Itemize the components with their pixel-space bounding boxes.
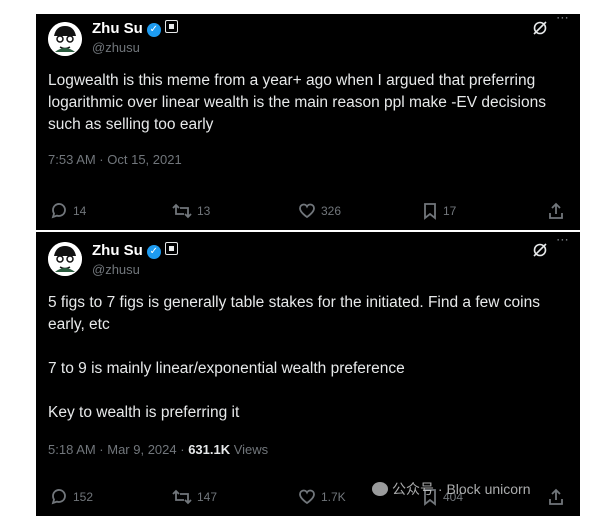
timestamp[interactable]: 7:53 AM · Oct 15, 2021: [48, 152, 182, 167]
avatar[interactable]: [48, 22, 82, 56]
reply-icon: [51, 489, 66, 505]
share-button[interactable]: [548, 202, 564, 220]
handle[interactable]: @zhusu: [92, 262, 140, 277]
display-name[interactable]: Zhu Su ✓: [92, 20, 178, 37]
reply-button[interactable]: 152: [50, 488, 93, 506]
square-badge-icon: [164, 242, 178, 255]
more-icon[interactable]: ⋯: [556, 232, 570, 248]
timestamp[interactable]: 5:18 AM · Mar 9, 2024 · 631.1K Views: [48, 442, 268, 457]
share-icon: [549, 202, 563, 219]
share-button[interactable]: [548, 488, 564, 506]
reply-icon: [51, 203, 66, 219]
bookmark-button[interactable]: 17: [422, 202, 456, 220]
repost-icon: [172, 203, 192, 219]
grok-icon[interactable]: [532, 242, 548, 263]
like-button[interactable]: 326: [298, 202, 341, 220]
share-icon: [549, 488, 563, 505]
tweet-text: Logwealth is this meme from a year+ ago …: [48, 72, 546, 133]
watermark: 公众号 · Block unicorn: [372, 479, 530, 499]
avatar[interactable]: [48, 242, 82, 276]
like-button[interactable]: 1.7K: [298, 488, 346, 506]
tweet-card-1[interactable]: Zhu Su ✓ @zhusu ⋯ Logwealth is this meme …: [36, 10, 580, 230]
repost-icon: [172, 489, 192, 505]
repost-button[interactable]: 147: [172, 488, 217, 506]
display-name[interactable]: Zhu Su ✓: [92, 242, 178, 259]
repost-button[interactable]: 13: [172, 202, 210, 220]
tweet-card-2[interactable]: Zhu Su ✓ @zhusu ⋯ 5 figs to 7 figs is gen…: [36, 232, 580, 516]
wechat-icon: [372, 482, 388, 496]
square-badge-icon: [164, 20, 178, 33]
handle[interactable]: @zhusu: [92, 40, 140, 55]
like-icon: [299, 203, 315, 219]
verified-icon: ✓: [146, 245, 161, 259]
reply-button[interactable]: 14: [50, 202, 86, 220]
verified-icon: ✓: [146, 23, 161, 37]
tweet-text: 5 figs to 7 figs is generally table stak…: [48, 294, 540, 421]
like-icon: [299, 489, 315, 505]
bookmark-icon: [424, 203, 436, 220]
more-icon[interactable]: ⋯: [556, 10, 570, 26]
grok-icon[interactable]: [532, 20, 548, 41]
